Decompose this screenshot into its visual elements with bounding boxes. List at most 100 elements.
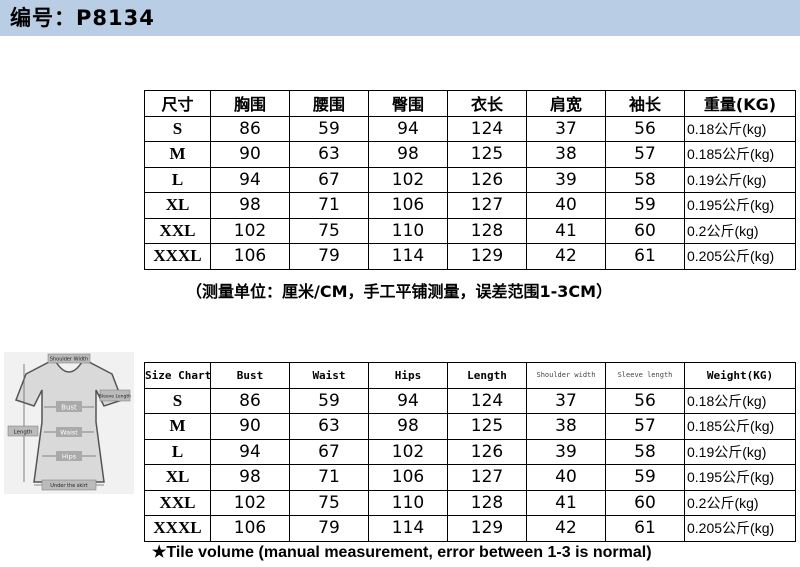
size-cell: S [144,115,211,142]
weight-cell: 0.18公斤(kg) [684,387,796,414]
measurement-cell: 94 [210,438,290,465]
measurement-cell: 79 [289,515,369,542]
measurement-cell: 114 [368,515,448,542]
column-header: Bust [210,362,290,389]
weight-cell: 0.185公斤(kg) [684,141,796,168]
measurement-cell: 61 [605,243,685,270]
measurement-cell: 127 [447,192,527,219]
measurement-cell: 38 [526,141,606,168]
column-header: Sleeve length [605,362,685,389]
column-header: Weight(KG) [684,362,796,389]
measurement-cell: 67 [289,166,369,193]
measurement-cell: 67 [289,438,369,465]
measurement-cell: 38 [526,413,606,440]
table-row: M 90 63 98 125 38 57 0.185公斤(kg) [144,413,796,440]
measurement-cell: 57 [605,413,685,440]
measurement-note-chinese: （测量单位：厘米/CM，手工平铺测量，误差范围1-3CM） [186,282,613,301]
column-header: 胸围 [210,90,290,117]
measurement-cell: 124 [447,387,527,414]
measurement-cell: 94 [368,387,448,414]
measurement-cell: 71 [289,464,369,491]
measurement-cell: 106 [210,243,290,270]
measurement-cell: 63 [289,141,369,168]
size-cell: XXL [144,217,211,244]
measurement-cell: 94 [210,166,290,193]
measurement-cell: 110 [368,489,448,516]
diagram-bust-label: Bust [61,404,77,412]
product-code-title: 编号：P8134 [10,6,155,30]
table-row: L 94 67 102 126 39 58 0.19公斤(kg) [144,438,796,465]
size-cell: XL [144,192,211,219]
measurement-cell: 106 [368,464,448,491]
measurement-cell: 37 [526,387,606,414]
table-row: XL 98 71 106 127 40 59 0.195公斤(kg) [144,192,796,219]
weight-cell: 0.19公斤(kg) [684,166,796,193]
weight-cell: 0.185公斤(kg) [684,413,796,440]
measurement-cell: 42 [526,243,606,270]
measurement-cell: 86 [210,387,290,414]
measurement-cell: 59 [605,192,685,219]
measurement-cell: 41 [526,489,606,516]
measurement-cell: 126 [447,166,527,193]
dress-diagram-icon: Shoulder Width Sleeve Length Bust Waist … [7,353,131,491]
measurement-cell: 129 [447,243,527,270]
measurement-cell: 41 [526,217,606,244]
column-header: 衣长 [447,90,527,117]
measurement-cell: 75 [289,489,369,516]
measurement-cell: 110 [368,217,448,244]
table-row: S 86 59 94 124 37 56 0.18公斤(kg) [144,115,796,142]
measurement-cell: 128 [447,217,527,244]
measurement-cell: 128 [447,489,527,516]
size-cell: M [144,413,211,440]
weight-cell: 0.205公斤(kg) [684,515,796,542]
measurement-cell: 98 [368,413,448,440]
size-table-english: Size Chart Bust Waist Hips Length Shoulder wi… [144,362,796,542]
measurement-cell: 90 [210,141,290,168]
product-code-header: 编号：P8134 [0,0,800,36]
column-header: 腰围 [289,90,369,117]
diagram-length-label: Length [14,430,33,436]
size-cell: XXL [144,489,211,516]
diagram-hips-label: Hips [62,453,77,461]
table-row: XXL 102 75 110 128 41 60 0.2公斤(kg) [144,489,796,516]
measurement-cell: 129 [447,515,527,542]
size-cell: XL [144,464,211,491]
measurement-cell: 42 [526,515,606,542]
measurement-cell: 102 [210,489,290,516]
measurement-cell: 39 [526,438,606,465]
measurement-cell: 127 [447,464,527,491]
measurement-cell: 58 [605,166,685,193]
measurement-cell: 37 [526,115,606,142]
measurement-cell: 40 [526,192,606,219]
measurement-cell: 125 [447,141,527,168]
weight-cell: 0.2公斤(kg) [684,489,796,516]
table-row: M 90 63 98 125 38 57 0.185公斤(kg) [144,141,796,168]
size-cell: S [144,387,211,414]
table-row: XXXL 106 79 114 129 42 61 0.205公斤(kg) [144,243,796,270]
size-cell: XXXL [144,243,211,270]
measurement-cell: 58 [605,438,685,465]
measurement-cell: 61 [605,515,685,542]
size-cell: L [144,166,211,193]
weight-cell: 0.2公斤(kg) [684,217,796,244]
measurement-cell: 102 [210,217,290,244]
column-header: Waist [289,362,369,389]
measurement-cell: 59 [605,464,685,491]
table-row: XXL 102 75 110 128 41 60 0.2公斤(kg) [144,217,796,244]
garment-measurement-diagram: Shoulder Width Sleeve Length Bust Waist … [4,352,134,494]
size-cell: M [144,141,211,168]
measurement-cell: 56 [605,115,685,142]
diagram-sleeve-label: Sleeve Length [99,394,131,400]
diagram-waist-label: Waist [60,429,78,437]
size-cell: L [144,438,211,465]
measurement-cell: 102 [368,438,448,465]
measurement-cell: 98 [368,141,448,168]
column-header: 臀围 [368,90,448,117]
table-row: XXXL 106 79 114 129 42 61 0.205公斤(kg) [144,515,796,542]
table-header-row: 尺寸 胸围 腰围 臀围 衣长 肩宽 袖长 重量(KG) [144,90,796,117]
size-table-chinese: 尺寸 胸围 腰围 臀围 衣长 肩宽 袖长 重量(KG) S 86 59 94 124 37 56 0.18公斤… [144,90,796,270]
table-row: L 94 67 102 126 39 58 0.19公斤(kg) [144,166,796,193]
measurement-cell: 79 [289,243,369,270]
measurement-cell: 39 [526,166,606,193]
column-header: Hips [368,362,448,389]
